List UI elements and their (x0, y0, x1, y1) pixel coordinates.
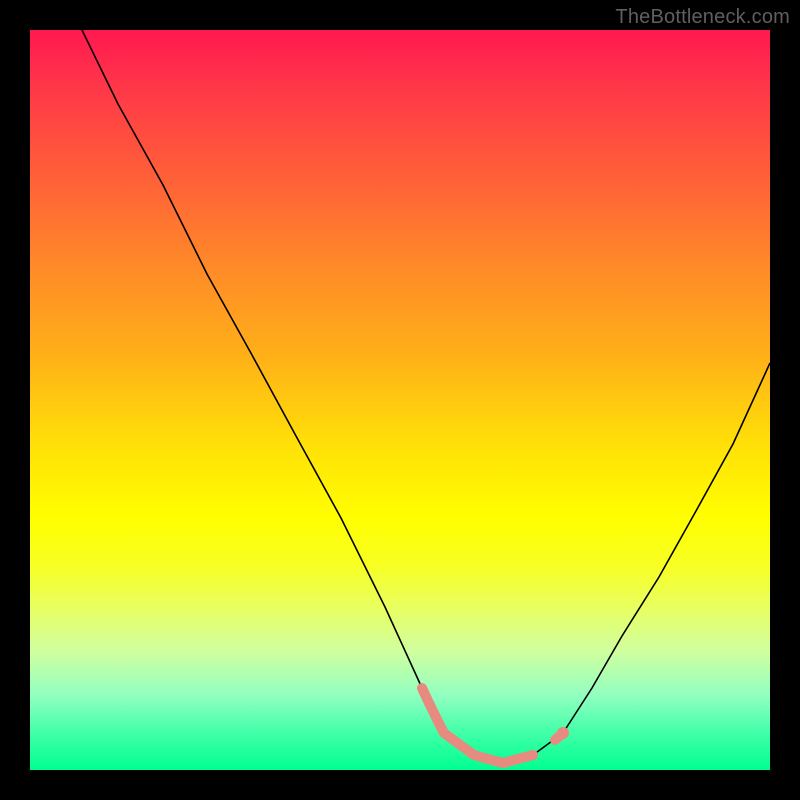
curve-path (82, 30, 770, 763)
highlight-dot-right (557, 727, 569, 739)
chart-container: TheBottleneck.com (0, 0, 800, 800)
highlight-segment (422, 688, 563, 763)
attribution-text: TheBottleneck.com (615, 6, 790, 29)
bottleneck-curve (30, 30, 770, 770)
plot-area (30, 30, 770, 770)
